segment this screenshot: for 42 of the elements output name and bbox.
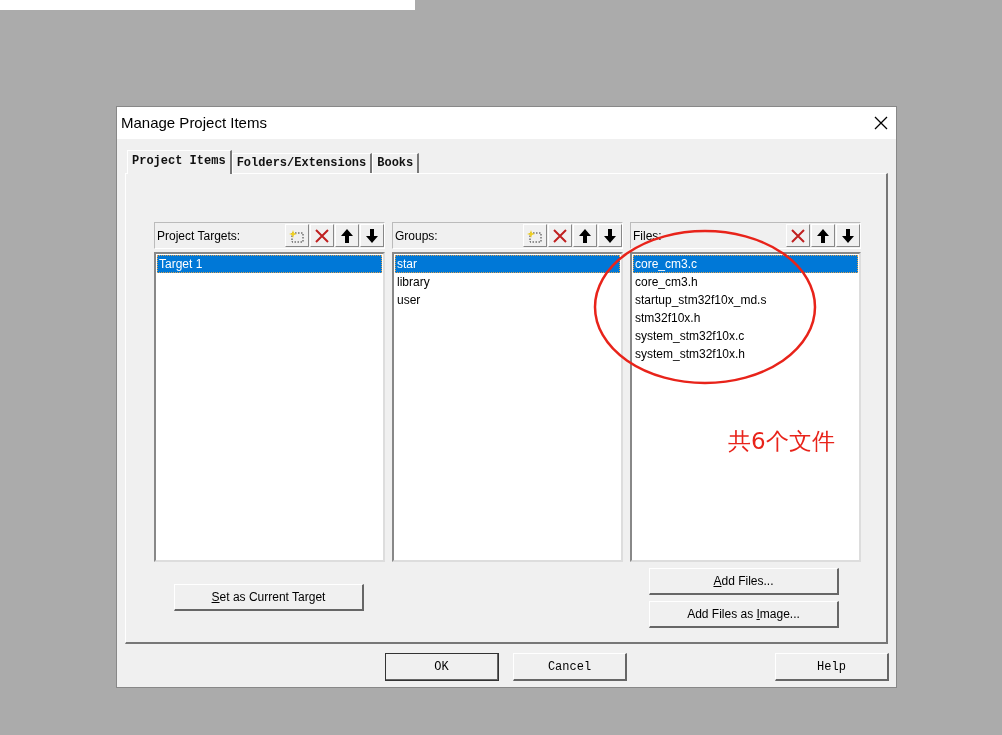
annotation-text: 共6个文件 bbox=[728, 427, 835, 456]
list-item[interactable]: core_cm3.h bbox=[633, 273, 858, 291]
list-item[interactable]: system_stm32f10x.c bbox=[633, 327, 858, 345]
toolbar-button[interactable] bbox=[360, 224, 384, 247]
push-button[interactable]: Set as Current Target bbox=[174, 584, 364, 611]
list-item[interactable]: core_cm3.c bbox=[633, 255, 858, 273]
list-item[interactable]: library bbox=[395, 273, 620, 291]
push-button[interactable]: Add Files... bbox=[649, 568, 839, 595]
help-button[interactable]: Help bbox=[775, 653, 889, 681]
delete-icon bbox=[552, 227, 568, 244]
toolbar-button[interactable] bbox=[811, 224, 835, 247]
list-title: Project Targets: bbox=[157, 227, 241, 245]
toolbar-button[interactable] bbox=[598, 224, 622, 247]
list-item[interactable]: star bbox=[395, 255, 620, 273]
toolbar-button[interactable] bbox=[836, 224, 860, 247]
toolbar-button[interactable] bbox=[335, 224, 359, 247]
arrow-up-icon bbox=[339, 227, 355, 244]
close-icon[interactable] bbox=[874, 116, 888, 130]
tab[interactable]: Project Items bbox=[127, 150, 232, 174]
toolbar-button[interactable] bbox=[786, 224, 810, 247]
toolbar-button[interactable] bbox=[573, 224, 597, 247]
delete-icon bbox=[790, 227, 806, 244]
ok-button[interactable]: OK bbox=[385, 653, 499, 681]
arrow-up-icon bbox=[815, 227, 831, 244]
push-button[interactable]: Add Files as Image... bbox=[649, 601, 839, 628]
tab[interactable]: Books bbox=[372, 153, 420, 173]
list-title: Groups: bbox=[395, 227, 438, 245]
toolbar-button[interactable] bbox=[548, 224, 572, 247]
cancel-button[interactable]: Cancel bbox=[513, 653, 627, 681]
list-item[interactable]: startup_stm32f10x_md.s bbox=[633, 291, 858, 309]
arrow-down-icon bbox=[364, 227, 380, 244]
arrow-up-icon bbox=[577, 227, 593, 244]
list-item[interactable]: stm32f10x.h bbox=[633, 309, 858, 327]
list-item[interactable]: system_stm32f10x.h bbox=[633, 345, 858, 363]
list-item[interactable]: user bbox=[395, 291, 620, 309]
list-item[interactable]: Target 1 bbox=[157, 255, 382, 273]
toolbar-button[interactable] bbox=[310, 224, 334, 247]
window-title: Manage Project Items bbox=[121, 112, 267, 133]
arrow-down-icon bbox=[602, 227, 618, 244]
tab[interactable]: Folders/Extensions bbox=[231, 153, 373, 173]
arrow-down-icon bbox=[840, 227, 856, 244]
delete-icon bbox=[314, 227, 330, 244]
